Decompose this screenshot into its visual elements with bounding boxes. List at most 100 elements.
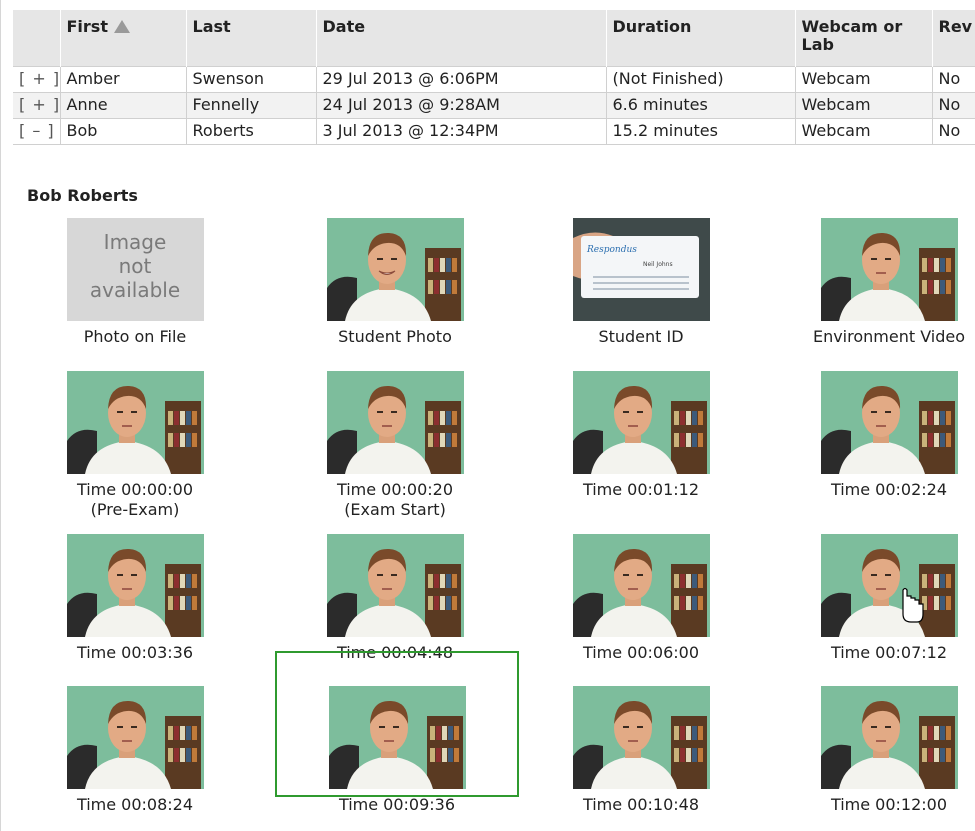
book: [173, 748, 179, 762]
book: [445, 433, 451, 447]
table-row: [ – ] Bob Roberts 3 Jul 2013 @ 12:34PM 1…: [13, 117, 975, 145]
webcam-photo: [820, 534, 958, 637]
book: [927, 280, 933, 294]
grid-item[interactable]: Time 00:00:20 (Exam Start): [275, 371, 515, 520]
book: [429, 726, 435, 740]
collapse-toggle[interactable]: [ – ]: [13, 117, 61, 145]
book: [945, 258, 951, 272]
thumbnail-image[interactable]: [572, 686, 710, 789]
grid-item[interactable]: Image not available Photo on File: [15, 218, 255, 347]
eye: [392, 726, 399, 728]
webcam-photo: [572, 534, 710, 637]
cell-first: Amber: [60, 65, 187, 93]
thumbnail-image[interactable]: [820, 686, 958, 789]
thumbnail-image[interactable]: [820, 218, 958, 321]
grid-item[interactable]: Environment Video: [769, 218, 975, 347]
grid-item[interactable]: Time 00:00:00 (Pre-Exam): [15, 371, 255, 520]
eye: [884, 574, 891, 576]
header-last[interactable]: Last: [186, 10, 317, 66]
sort-ascending-icon[interactable]: [113, 20, 130, 33]
environment-video-frame: [820, 218, 958, 321]
grid-item[interactable]: Time 00:07:12: [769, 534, 975, 663]
header-reviewed[interactable]: Rev: [932, 10, 975, 66]
thumbnail-image[interactable]: [66, 371, 204, 474]
eye: [636, 726, 643, 728]
book: [927, 574, 933, 588]
grid-item[interactable]: Time 00:06:00: [521, 534, 761, 663]
grid-item[interactable]: Time 00:02:24: [769, 371, 975, 500]
thumbnail-image[interactable]: [66, 686, 204, 789]
expand-toggle[interactable]: [ + ]: [13, 65, 61, 93]
book: [451, 411, 457, 425]
eye: [130, 726, 137, 728]
grid-item-selected[interactable]: Time 00:09:36: [275, 651, 519, 814]
thumbnail-label: Time 00:06:00: [582, 643, 700, 662]
book: [673, 433, 679, 447]
book: [427, 433, 433, 447]
thumbnail-image[interactable]: [66, 534, 204, 637]
thumbnail-image[interactable]: [326, 534, 464, 637]
book: [439, 411, 445, 425]
eye: [376, 411, 383, 413]
grid-item[interactable]: Respondus Neil Johns Student ID: [521, 218, 761, 347]
book: [439, 433, 445, 447]
book: [451, 258, 457, 272]
book: [191, 596, 197, 610]
grid-item[interactable]: Time 00:08:24: [15, 686, 255, 815]
book: [191, 574, 197, 588]
expand-toggle[interactable]: [ + ]: [13, 91, 61, 119]
thumbnail-image[interactable]: [572, 371, 710, 474]
grid-item[interactable]: Time 00:10:48: [521, 686, 761, 815]
thumbnail-label: Time 00:00:20: [336, 480, 454, 499]
header-duration[interactable]: Duration: [606, 10, 796, 66]
book: [697, 433, 703, 447]
webcam-photo: [66, 534, 204, 637]
card-text-line: [592, 276, 689, 278]
book: [441, 726, 447, 740]
header-date[interactable]: Date: [316, 10, 607, 66]
eye: [870, 258, 877, 260]
thumbnail-image[interactable]: [572, 534, 710, 637]
detail-title: Bob Roberts: [27, 186, 138, 205]
book: [429, 748, 435, 762]
thumbnail-image[interactable]: [820, 534, 958, 637]
book: [933, 258, 939, 272]
thumbnail-image[interactable]: Respondus Neil Johns: [572, 218, 710, 321]
table-header-row: First Last Date Duration Webcam or Lab R…: [13, 10, 975, 66]
book: [939, 726, 945, 740]
book: [179, 433, 185, 447]
header-first[interactable]: First: [60, 10, 187, 66]
book: [445, 258, 451, 272]
eye: [636, 411, 643, 413]
book: [679, 748, 685, 762]
thumbnail-image[interactable]: [820, 371, 958, 474]
book: [697, 748, 703, 762]
thumbnail-label: Photo on File: [83, 327, 187, 346]
book: [167, 433, 173, 447]
book: [697, 596, 703, 610]
thumbnail-image[interactable]: [326, 218, 464, 321]
thumbnail-label: Time 00:00:00: [76, 480, 194, 499]
book: [697, 574, 703, 588]
grid-item[interactable]: Time 00:01:12: [521, 371, 761, 500]
thumbnail-image[interactable]: [326, 371, 464, 474]
book: [679, 574, 685, 588]
book: [921, 433, 927, 447]
book: [945, 726, 951, 740]
cell-reviewed: No: [932, 65, 975, 93]
grid-item[interactable]: Time 00:04:48: [275, 534, 515, 663]
book: [927, 726, 933, 740]
mouth: [381, 588, 392, 590]
book: [933, 748, 939, 762]
mouth: [627, 740, 638, 742]
header-webcam-or-lab[interactable]: Webcam or Lab: [795, 10, 933, 66]
eye: [116, 411, 123, 413]
grid-item[interactable]: Time 00:03:36: [15, 534, 255, 663]
book: [179, 726, 185, 740]
grid-item[interactable]: Student Photo: [275, 218, 515, 347]
grid-item[interactable]: Time 00:12:00: [769, 686, 975, 815]
book: [433, 596, 439, 610]
eye: [870, 411, 877, 413]
thumbnail-image[interactable]: [328, 686, 466, 789]
image-not-available-placeholder[interactable]: Image not available: [66, 218, 204, 321]
